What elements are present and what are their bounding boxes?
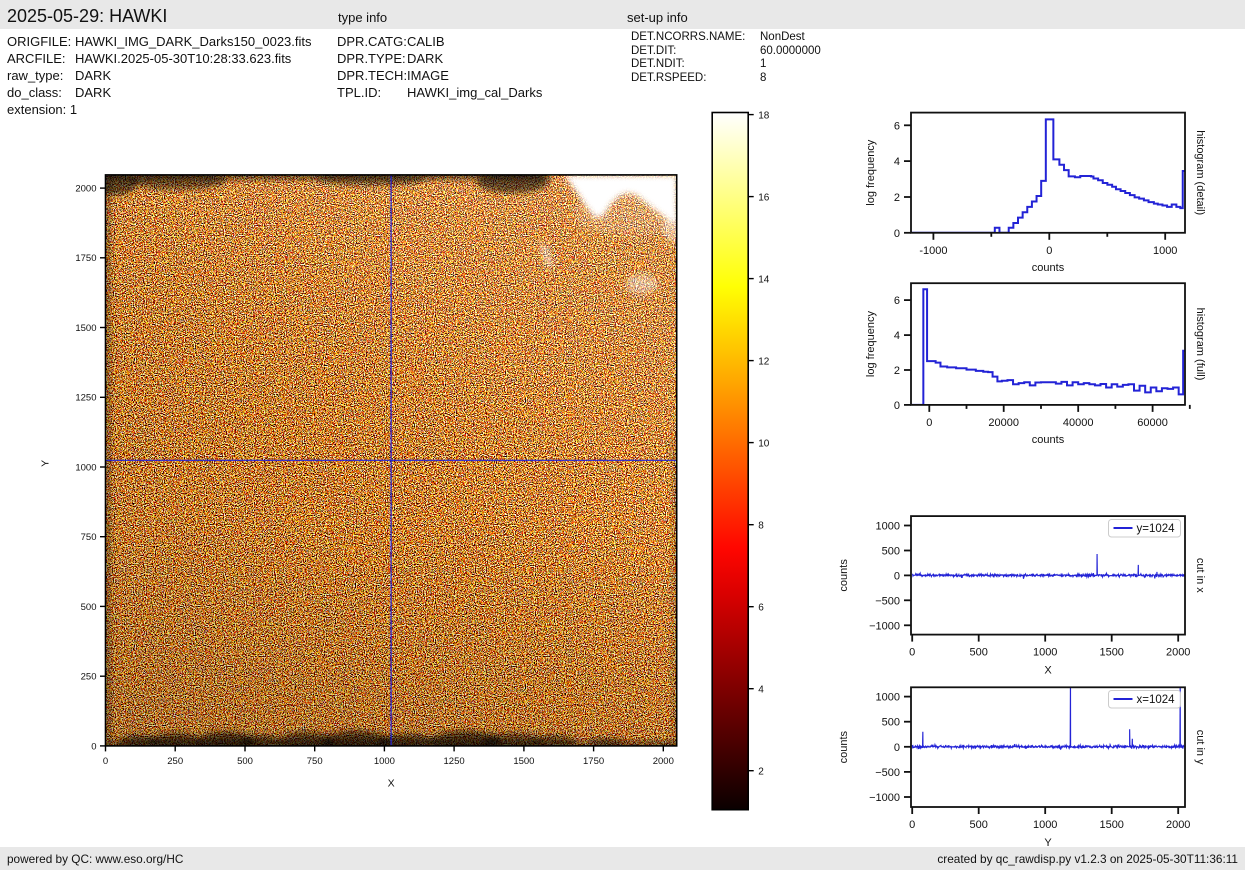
svg-text:−500: −500 bbox=[875, 767, 900, 779]
svg-text:1250: 1250 bbox=[444, 756, 465, 767]
svg-text:-1000: -1000 bbox=[919, 245, 947, 257]
svg-text:counts: counts bbox=[1032, 434, 1065, 446]
svg-text:1000: 1000 bbox=[374, 756, 395, 767]
svg-text:2: 2 bbox=[894, 192, 900, 204]
svg-text:y=1024: y=1024 bbox=[1137, 523, 1176, 535]
svg-text:1500: 1500 bbox=[75, 323, 96, 334]
svg-text:750: 750 bbox=[81, 532, 97, 543]
svg-text:0: 0 bbox=[909, 647, 915, 659]
svg-text:6: 6 bbox=[758, 603, 764, 614]
svg-text:1000: 1000 bbox=[876, 692, 900, 704]
svg-text:250: 250 bbox=[81, 672, 97, 683]
svg-text:1000: 1000 bbox=[1033, 647, 1057, 659]
svg-text:2: 2 bbox=[758, 767, 764, 778]
svg-text:1750: 1750 bbox=[583, 756, 604, 767]
svg-text:−500: −500 bbox=[875, 595, 900, 607]
svg-text:1000: 1000 bbox=[1153, 245, 1177, 257]
svg-text:500: 500 bbox=[970, 819, 988, 831]
svg-text:40000: 40000 bbox=[1063, 417, 1094, 429]
svg-text:log frequency: log frequency bbox=[865, 311, 877, 378]
svg-text:Y: Y bbox=[40, 460, 52, 467]
svg-text:18: 18 bbox=[758, 110, 770, 121]
svg-text:2000: 2000 bbox=[75, 184, 96, 195]
svg-text:2000: 2000 bbox=[1166, 647, 1190, 659]
svg-text:counts: counts bbox=[838, 730, 850, 763]
svg-text:cut in y: cut in y bbox=[1194, 730, 1206, 765]
svg-text:500: 500 bbox=[970, 647, 988, 659]
svg-text:log frequency: log frequency bbox=[865, 139, 877, 206]
svg-text:500: 500 bbox=[882, 717, 900, 729]
svg-text:−1000: −1000 bbox=[869, 792, 900, 804]
svg-text:x=1024: x=1024 bbox=[1137, 694, 1176, 706]
svg-text:2000: 2000 bbox=[653, 756, 674, 767]
svg-text:20000: 20000 bbox=[988, 417, 1019, 429]
svg-text:1000: 1000 bbox=[876, 521, 900, 533]
svg-text:0: 0 bbox=[909, 819, 915, 831]
svg-text:1000: 1000 bbox=[75, 462, 96, 473]
svg-text:1750: 1750 bbox=[75, 253, 96, 264]
svg-text:14: 14 bbox=[758, 274, 770, 285]
svg-text:2000: 2000 bbox=[1166, 819, 1190, 831]
svg-text:1250: 1250 bbox=[75, 393, 96, 404]
svg-text:0: 0 bbox=[1046, 245, 1052, 257]
svg-text:0: 0 bbox=[91, 741, 96, 752]
svg-text:60000: 60000 bbox=[1137, 417, 1168, 429]
svg-text:6: 6 bbox=[894, 120, 900, 132]
svg-text:0: 0 bbox=[103, 756, 108, 767]
svg-text:1500: 1500 bbox=[1099, 647, 1123, 659]
svg-text:500: 500 bbox=[882, 546, 900, 558]
svg-text:X: X bbox=[1044, 665, 1052, 677]
svg-text:0: 0 bbox=[926, 417, 932, 429]
svg-text:X: X bbox=[388, 777, 395, 789]
svg-text:500: 500 bbox=[81, 602, 97, 613]
svg-text:4: 4 bbox=[894, 330, 900, 342]
svg-text:histogram (detail): histogram (detail) bbox=[1194, 130, 1206, 215]
svg-text:0: 0 bbox=[894, 742, 900, 754]
svg-text:10: 10 bbox=[758, 438, 770, 449]
svg-text:1000: 1000 bbox=[1033, 819, 1057, 831]
svg-text:8: 8 bbox=[758, 521, 764, 532]
svg-text:250: 250 bbox=[167, 756, 183, 767]
svg-text:1500: 1500 bbox=[1099, 819, 1123, 831]
svg-text:counts: counts bbox=[1032, 262, 1065, 274]
svg-text:2: 2 bbox=[894, 365, 900, 377]
svg-text:12: 12 bbox=[758, 356, 770, 367]
svg-text:cut in x: cut in x bbox=[1194, 558, 1206, 593]
svg-text:0: 0 bbox=[894, 570, 900, 582]
svg-text:1500: 1500 bbox=[513, 756, 534, 767]
svg-text:histogram (full): histogram (full) bbox=[1194, 308, 1206, 381]
svg-text:0: 0 bbox=[894, 228, 900, 240]
svg-text:0: 0 bbox=[894, 400, 900, 412]
svg-text:counts: counts bbox=[838, 559, 850, 592]
svg-text:−1000: −1000 bbox=[869, 620, 900, 632]
svg-text:16: 16 bbox=[758, 192, 770, 203]
svg-text:6: 6 bbox=[894, 295, 900, 307]
svg-text:4: 4 bbox=[894, 156, 900, 168]
svg-text:750: 750 bbox=[307, 756, 323, 767]
svg-text:500: 500 bbox=[237, 756, 253, 767]
svg-text:4: 4 bbox=[758, 685, 764, 696]
